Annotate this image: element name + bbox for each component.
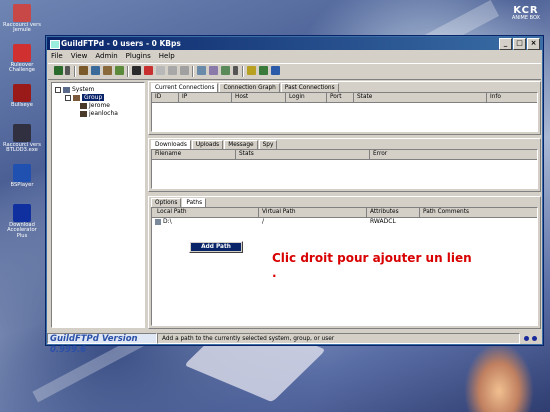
column-header[interactable]: ID [152, 93, 179, 102]
path-local: D:\ [163, 218, 172, 225]
menu-item-add-path[interactable]: Add Path [191, 243, 241, 251]
column-header[interactable]: State [354, 93, 487, 102]
computer-icon [63, 86, 70, 93]
indicator-icon [532, 336, 537, 341]
kick-user-icon[interactable] [132, 66, 141, 75]
ruleover-icon [13, 44, 31, 62]
guildftpd-window: GuildFTPd - 0 users - 0 KBps _ □ × File … [45, 35, 544, 355]
window-title: GuildFTPd - 0 users - 0 KBps [61, 39, 181, 48]
collapse-icon[interactable] [55, 86, 61, 93]
column-header[interactable]: Port [327, 93, 354, 102]
ban-icon[interactable] [144, 66, 153, 75]
connections-list[interactable]: ID IP Host Login Port State Info [151, 92, 538, 132]
menu-help[interactable]: Help [159, 51, 175, 61]
tree-label: jeanlocha [89, 110, 118, 117]
disabled-icon [180, 66, 189, 75]
add-group-icon[interactable] [91, 66, 100, 75]
column-header[interactable]: Stats [236, 150, 370, 159]
about-icon[interactable] [271, 66, 280, 75]
desktop-icon-label: BSPlayer [10, 182, 34, 188]
dropdown-arrow-icon[interactable] [233, 66, 238, 75]
menu-plugins[interactable]: Plugins [126, 51, 151, 61]
column-header[interactable]: Host [232, 93, 286, 102]
column-header[interactable]: IP [179, 93, 232, 102]
wallpaper-figure [464, 342, 534, 412]
column-header[interactable]: Virtual Path [259, 208, 367, 217]
key-icon[interactable] [247, 66, 256, 75]
log-icon[interactable] [197, 66, 206, 75]
drive-icon [155, 219, 161, 225]
plugin-icon[interactable] [221, 66, 230, 75]
column-header[interactable]: Login [286, 93, 327, 102]
column-header[interactable]: Path Comments [420, 208, 539, 217]
desktop-icon-label: Bullseye [11, 102, 33, 108]
user-icon [80, 110, 87, 117]
tree-label: Jerome [89, 102, 111, 109]
tree-node-system[interactable]: System [55, 86, 94, 94]
add-user-icon[interactable] [79, 66, 88, 75]
group-icon[interactable] [115, 66, 124, 75]
status-message: Add a path to the currently selected sys… [157, 333, 520, 344]
jemule-icon [13, 4, 31, 22]
annotation-text: Clic droit pour ajouter un lien . [272, 251, 472, 280]
column-header[interactable]: Error [370, 150, 539, 159]
download-accelerator-icon [13, 204, 31, 222]
toolbar [48, 63, 541, 80]
desktop-icon-dap[interactable]: Download Accelerator Plus [2, 204, 42, 239]
bsplayer-icon [13, 164, 31, 182]
help-icon[interactable] [259, 66, 268, 75]
desktop-icon-bullseye[interactable]: Bullseye [2, 84, 42, 108]
btlod-icon [13, 124, 31, 142]
close-button[interactable]: × [527, 38, 540, 50]
user-icon[interactable] [103, 66, 112, 75]
dropdown-arrow-icon[interactable] [65, 66, 70, 75]
column-header[interactable]: Filename [152, 150, 236, 159]
app-icon [50, 40, 60, 49]
column-header[interactable]: Attributes [367, 208, 420, 217]
indicator-icon [524, 336, 529, 341]
minimize-button[interactable]: _ [499, 38, 512, 50]
menu-admin[interactable]: Admin [95, 51, 117, 61]
server-icon[interactable] [54, 66, 63, 75]
menu-view[interactable]: View [71, 51, 88, 61]
stats-icon[interactable] [209, 66, 218, 75]
group-icon [73, 94, 80, 101]
path-virtual: / [262, 218, 265, 225]
context-menu: Add Path [189, 241, 243, 253]
desktop-icon-label: Raccourci vers Jemule [3, 22, 41, 34]
tree-node-user[interactable]: Jerome [80, 102, 110, 110]
menu-bar: File View Admin Plugins Help [48, 51, 175, 61]
user-tree: System Group Jerome jeanlocha [51, 82, 145, 328]
version-label: GuildFTPd Version 0.999.6 [47, 333, 157, 355]
wallpaper-brand: KCR ANIME BOX [512, 6, 540, 21]
window-titlebar[interactable]: GuildFTPd - 0 users - 0 KBps _ □ × [47, 37, 542, 50]
maximize-button[interactable]: □ [513, 38, 526, 50]
tree-label: System [72, 86, 95, 93]
connections-panel: Current Connections Connection Graph Pas… [148, 81, 541, 135]
tree-node-group[interactable]: Group [65, 94, 105, 102]
column-header[interactable]: Local Path [152, 208, 259, 217]
menu-file[interactable]: File [51, 51, 63, 61]
collapse-icon[interactable] [65, 94, 71, 101]
bullseye-icon [13, 84, 31, 102]
disabled-icon [156, 66, 165, 75]
desktop-icon-label: Raccourci vers BTLOD3.exe [3, 142, 41, 154]
desktop-icon-bsplayer[interactable]: BSPlayer [2, 164, 42, 188]
desktop-icon-label: Ruleover Challenge [9, 62, 35, 74]
tree-label: Group [82, 94, 105, 101]
status-indicators [520, 333, 542, 344]
desktop-icon-jemule[interactable]: Raccourci vers Jemule [2, 4, 42, 34]
brand-subtitle: ANIME BOX [511, 15, 540, 21]
desktop-icon-label: Download Accelerator Plus [7, 222, 37, 239]
desktop-icon-ruleover[interactable]: Ruleover Challenge [2, 44, 42, 74]
transfers-list[interactable]: Filename Stats Error [151, 149, 538, 189]
status-bar: GuildFTPd Version 0.999.6 Add a path to … [47, 333, 542, 355]
tree-node-user[interactable]: jeanlocha [80, 110, 118, 118]
disabled-icon [168, 66, 177, 75]
column-header[interactable]: Info [487, 93, 539, 102]
user-icon [80, 102, 87, 109]
path-attributes: RWADCL [370, 218, 396, 225]
transfers-panel: Downloads Uploads Message Spy Filename S… [148, 138, 541, 192]
desktop-icon-btlod[interactable]: Raccourci vers BTLOD3.exe [2, 124, 42, 154]
